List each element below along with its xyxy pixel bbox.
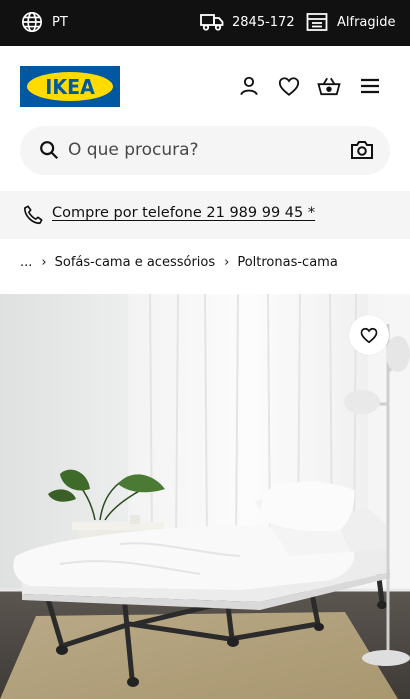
breadcrumb-ellipsis[interactable]: ...: [20, 255, 32, 270]
store-selector[interactable]: Alfragide: [306, 10, 396, 34]
truck-icon: [200, 14, 224, 31]
logo-text: IKEA: [45, 74, 95, 99]
heart-icon: [360, 327, 378, 343]
user-icon: [240, 76, 258, 96]
save-to-favourites-button[interactable]: [349, 315, 389, 355]
menu-button[interactable]: [358, 74, 382, 98]
ikea-logo[interactable]: IKEA: [20, 66, 120, 107]
phone-order-link[interactable]: Compre por telefone 21 989 99 45 *: [52, 205, 315, 221]
store-label: Alfragide: [337, 14, 396, 30]
favourites-button[interactable]: [277, 74, 301, 98]
breadcrumb-item-sofa-beds[interactable]: Sofás-cama e acessórios: [55, 255, 216, 270]
phone-order-banner: Compre por telefone 21 989 99 45 *: [0, 191, 410, 239]
logo-oval: IKEA: [27, 72, 113, 101]
heart-icon: [278, 76, 300, 96]
breadcrumb: ... › Sofás-cama e acessórios › Poltrona…: [20, 252, 338, 272]
chevron-right-icon: ›: [41, 254, 47, 270]
postcode-label: 2845-172: [232, 14, 295, 30]
product-image[interactable]: [0, 294, 410, 699]
top-bar: PT 2845-172 Alfragide: [0, 0, 410, 46]
chevron-right-icon: ›: [224, 254, 230, 270]
basket-icon: [317, 77, 341, 96]
menu-icon: [361, 78, 379, 94]
search-bar[interactable]: O que procura?: [20, 126, 390, 175]
language-selector[interactable]: PT: [21, 10, 68, 34]
language-label: PT: [52, 14, 68, 30]
breadcrumb-item-chair-beds[interactable]: Poltronas-cama: [237, 255, 337, 270]
store-icon: [306, 13, 328, 31]
site-header: IKEA: [0, 46, 410, 126]
chair-bed-photo: [0, 294, 410, 699]
search-input[interactable]: O que procura?: [68, 140, 199, 160]
delivery-postcode[interactable]: 2845-172: [200, 10, 295, 34]
basket-button[interactable]: [317, 74, 341, 98]
search-icon[interactable]: [38, 139, 60, 161]
account-button[interactable]: [237, 74, 261, 98]
phone-icon: [23, 205, 43, 225]
globe-icon: [22, 12, 42, 32]
camera-icon[interactable]: [350, 139, 374, 161]
